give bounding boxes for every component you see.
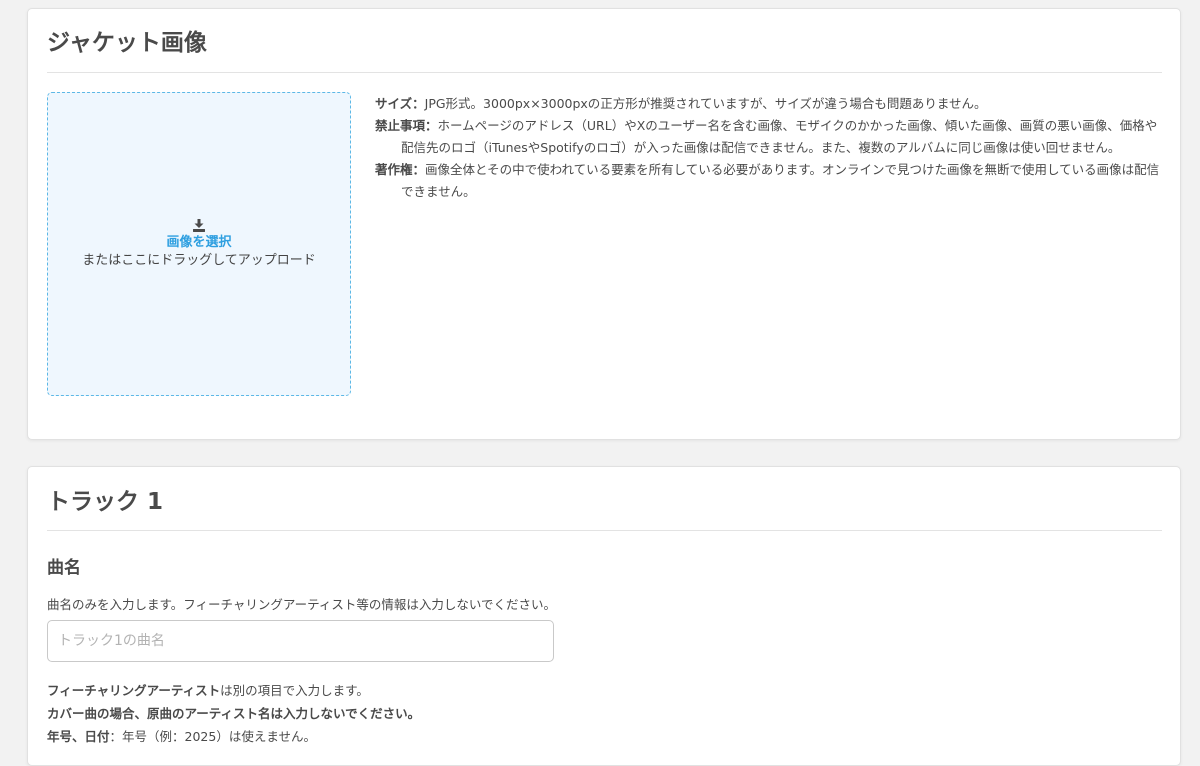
- note-bold: フィーチャリングアーティスト: [47, 683, 221, 698]
- divider: [47, 530, 1162, 531]
- song-name-help: 曲名のみを入力します。フィーチャリングアーティスト等の情報は入力しないでください…: [47, 597, 557, 612]
- note-text: ：年号（例：2025）は使えません。: [109, 729, 316, 744]
- guideline-text: 画像全体とその中で使われている要素を所有している必要があります。オンラインで見つ…: [401, 162, 1160, 199]
- track-title: トラック 1: [47, 489, 164, 515]
- guideline-size: サイズ：JPG形式。3000px×3000pxの正方形が推奨されていますが、サイ…: [375, 93, 1167, 115]
- guideline-label: 禁止事項：: [375, 118, 438, 133]
- guideline-copyright: 著作権：画像全体とその中で使われている要素を所有している必要があります。オンライ…: [375, 159, 1167, 203]
- guideline-label: 著作権：: [375, 162, 426, 177]
- song-name-label: 曲名: [47, 558, 81, 578]
- jacket-guidelines: サイズ：JPG形式。3000px×3000pxの正方形が推奨されていますが、サイ…: [375, 93, 1167, 203]
- guideline-label: サイズ：: [375, 96, 425, 111]
- note-featuring: フィーチャリングアーティストは別の項目で入力します。: [47, 679, 420, 702]
- divider: [47, 72, 1162, 73]
- track-card: トラック 1 曲名 曲名のみを入力します。フィーチャリングアーティスト等の情報は…: [27, 466, 1181, 766]
- download-icon: [193, 218, 205, 232]
- song-name-input[interactable]: [47, 620, 554, 662]
- note-year: 年号、日付：年号（例：2025）は使えません。: [47, 725, 420, 748]
- note-bold: 年号、日付: [47, 729, 110, 744]
- note-text: は別の項目で入力します。: [220, 683, 369, 698]
- image-dropzone[interactable]: 画像を選択 またはここにドラッグしてアップロード: [47, 92, 351, 396]
- guideline-text: JPG形式。3000px×3000pxの正方形が推奨されていますが、サイズが違う…: [424, 96, 987, 111]
- guideline-prohibited: 禁止事項：ホームページのアドレス（URL）やXのユーザー名を含む画像、モザイクの…: [375, 115, 1167, 159]
- jacket-image-title: ジャケット画像: [47, 30, 207, 56]
- note-cover: カバー曲の場合、原曲のアーティスト名は入力しないでください。: [47, 702, 420, 725]
- guideline-text: ホームページのアドレス（URL）やXのユーザー名を含む画像、モザイクのかかった画…: [401, 118, 1158, 155]
- select-image-link[interactable]: 画像を選択: [166, 234, 231, 252]
- note-bold: カバー曲の場合、原曲のアーティスト名は入力しないでください。: [47, 706, 421, 721]
- song-name-notes: フィーチャリングアーティストは別の項目で入力します。 カバー曲の場合、原曲のアー…: [47, 679, 420, 748]
- jacket-image-card: ジャケット画像 画像を選択 またはここにドラッグしてアップロード サイズ：JPG…: [27, 8, 1181, 440]
- dropzone-hint: またはここにドラッグしてアップロード: [82, 252, 316, 268]
